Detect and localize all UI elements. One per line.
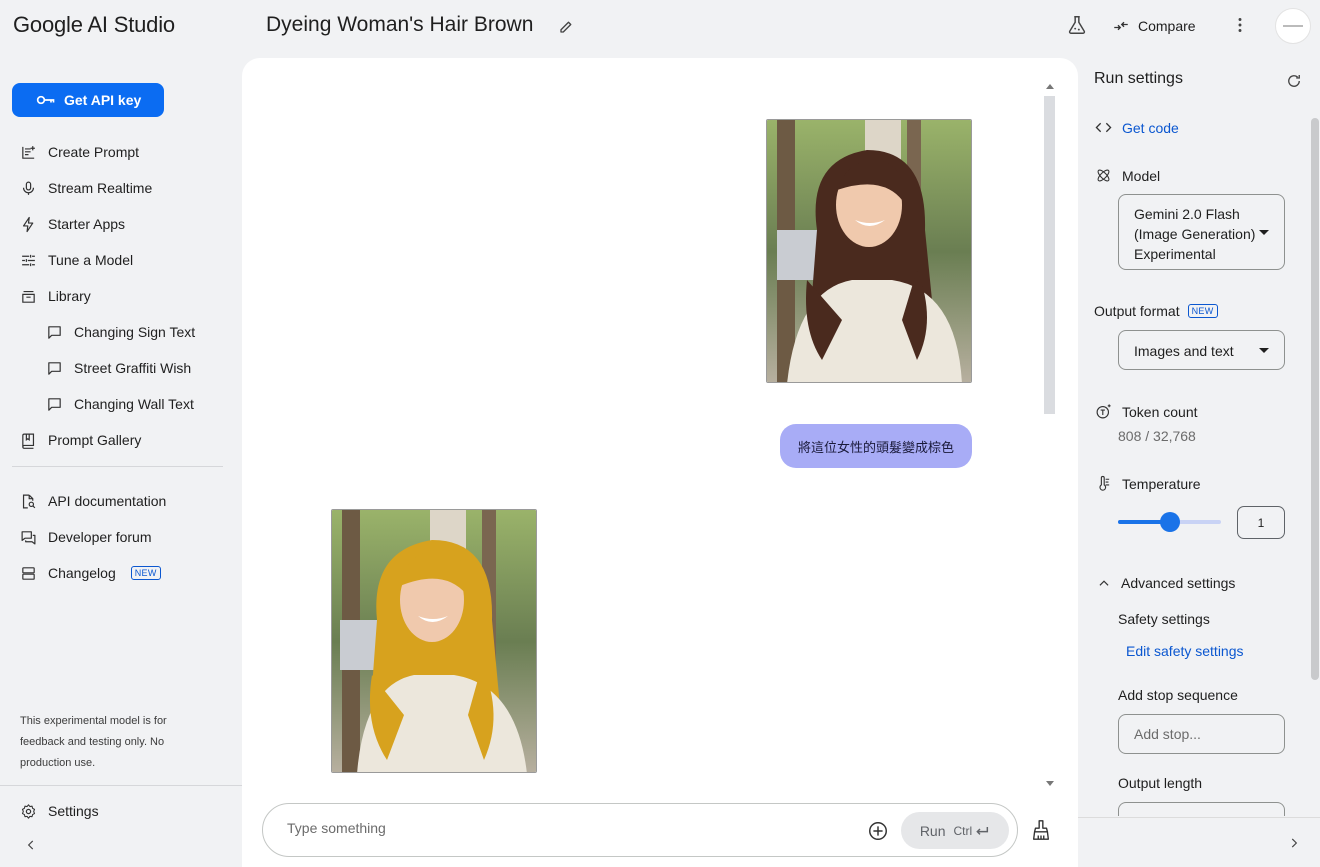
run-label: Run: [919, 822, 946, 839]
temperature-label: Temperature: [1095, 475, 1201, 492]
temperature-slider-thumb[interactable]: [1159, 512, 1180, 532]
model-dropdown-caret-icon: [1259, 230, 1269, 235]
settings-footer: [1078, 817, 1320, 867]
sidebar-item-changelog[interactable]: Changelog NEW: [20, 561, 161, 585]
experimental-disclaimer: This experimental model is for feedback …: [20, 715, 167, 769]
microphone-icon: [22, 181, 35, 195]
run-shortcut: Ctrl: [954, 824, 991, 838]
sidebar-item-changing-wall-text[interactable]: Changing Wall Text: [46, 392, 194, 416]
run-settings-title: Run settings: [1094, 70, 1183, 87]
reset-settings-icon[interactable]: [1285, 72, 1303, 90]
compare-label: Compare: [1138, 18, 1196, 34]
compare-button[interactable]: Compare: [1112, 14, 1196, 38]
create-prompt-icon: [22, 145, 35, 159]
chat-panel: 將這位女性的頭髮變成棕色 Run Ctrl: [242, 58, 1078, 867]
user-message-bubble: 將這位女性的頭髮變成棕色: [780, 424, 972, 468]
temperature-input[interactable]: 1: [1237, 506, 1285, 539]
output-format-label: Output format NEW: [1094, 303, 1218, 319]
flask-icon[interactable]: [1066, 14, 1088, 36]
get-api-key-button[interactable]: Get API key: [12, 83, 164, 117]
tune-icon: [22, 254, 35, 266]
sidebar-item-api-documentation[interactable]: API documentation: [20, 489, 166, 513]
library-icon: [22, 290, 35, 303]
bolt-icon: [22, 216, 34, 232]
api-key-label: Get API key: [64, 92, 142, 108]
sidebar-divider: [12, 466, 223, 467]
token-icon: [1096, 404, 1111, 419]
book-icon: [22, 433, 35, 449]
output-format-new-badge: NEW: [1187, 304, 1218, 318]
woman-golden-hair-photo: [332, 510, 536, 772]
avatar[interactable]: [1275, 8, 1311, 44]
new-badge: NEW: [130, 566, 161, 580]
model-select[interactable]: Gemini 2.0 Flash (Image Generation) Expe…: [1118, 194, 1285, 270]
collapse-sidebar-chevron-icon[interactable]: [24, 838, 38, 852]
chat-bubble-icon: [48, 397, 61, 411]
prompt-input[interactable]: [287, 820, 767, 836]
output-format-caret-icon: [1259, 348, 1269, 353]
doc-search-icon: [22, 494, 36, 508]
sidebar-item-street-graffiti-wish[interactable]: Street Graffiti Wish: [46, 356, 191, 380]
page-title: Dyeing Woman's Hair Brown: [266, 13, 534, 36]
token-count-value: 808 / 32,768: [1118, 428, 1196, 444]
woman-dark-hair-photo: [767, 120, 971, 382]
thermometer-icon: [1099, 475, 1110, 491]
sidebar-item-developer-forum[interactable]: Developer forum: [20, 525, 152, 549]
sidebar-item-create-prompt[interactable]: Create Prompt: [20, 140, 139, 164]
sidebar-item-changing-sign-text[interactable]: Changing Sign Text: [46, 320, 195, 344]
more-vert-icon[interactable]: [1229, 14, 1251, 36]
model-atom-icon: [1097, 169, 1110, 182]
gear-icon: [21, 803, 36, 819]
advanced-settings-toggle[interactable]: Advanced settings: [1097, 575, 1235, 591]
output-image[interactable]: [331, 509, 537, 773]
chat-bubble-icon: [48, 361, 61, 375]
compare-arrows-icon: [1114, 21, 1128, 31]
temperature-slider[interactable]: [1118, 512, 1221, 532]
chat-scrollbar[interactable]: [1042, 80, 1056, 790]
sidebar-item-tune-model[interactable]: Tune a Model: [20, 248, 133, 272]
safety-settings-label: Safety settings: [1118, 611, 1210, 627]
sidebar-item-library[interactable]: Library: [20, 284, 91, 308]
collapse-settings-chevron-icon[interactable]: [1287, 836, 1301, 850]
code-icon: [1095, 122, 1112, 133]
sidebar-bottom-divider: [0, 785, 242, 786]
settings-scrollbar[interactable]: [1311, 118, 1319, 680]
changelog-icon: [22, 566, 35, 580]
sidebar-item-starter-apps[interactable]: Starter Apps: [20, 212, 125, 236]
add-media-icon[interactable]: [867, 820, 889, 842]
chat-bubble-icon: [48, 325, 61, 339]
output-length-input[interactable]: [1118, 802, 1285, 816]
input-image[interactable]: [766, 119, 972, 383]
forum-icon: [21, 530, 36, 544]
stop-sequence-input[interactable]: [1118, 714, 1285, 754]
sidebar-item-prompt-gallery[interactable]: Prompt Gallery: [20, 428, 141, 452]
edit-safety-settings-link[interactable]: Edit safety settings: [1126, 643, 1244, 659]
chevron-up-icon: [1099, 580, 1109, 586]
output-format-select[interactable]: Images and text: [1118, 330, 1285, 370]
token-count-label: Token count: [1095, 403, 1198, 420]
run-button[interactable]: Run Ctrl: [901, 812, 1009, 849]
clear-chat-broom-icon[interactable]: [1030, 819, 1052, 841]
get-code-button[interactable]: Get code: [1095, 119, 1179, 136]
sidebar-item-stream-realtime[interactable]: Stream Realtime: [20, 176, 152, 200]
enter-key-icon: [976, 826, 989, 835]
model-section-label: Model: [1095, 167, 1160, 184]
app-brand[interactable]: Google AI Studio: [13, 12, 175, 38]
output-length-label: Output length: [1118, 775, 1203, 791]
settings-button[interactable]: Settings: [20, 799, 99, 823]
key-icon: [36, 95, 55, 105]
prompt-composer: Run Ctrl: [262, 803, 1018, 857]
stop-sequence-label: Add stop sequence: [1118, 687, 1238, 703]
edit-pencil-icon[interactable]: [558, 17, 576, 35]
